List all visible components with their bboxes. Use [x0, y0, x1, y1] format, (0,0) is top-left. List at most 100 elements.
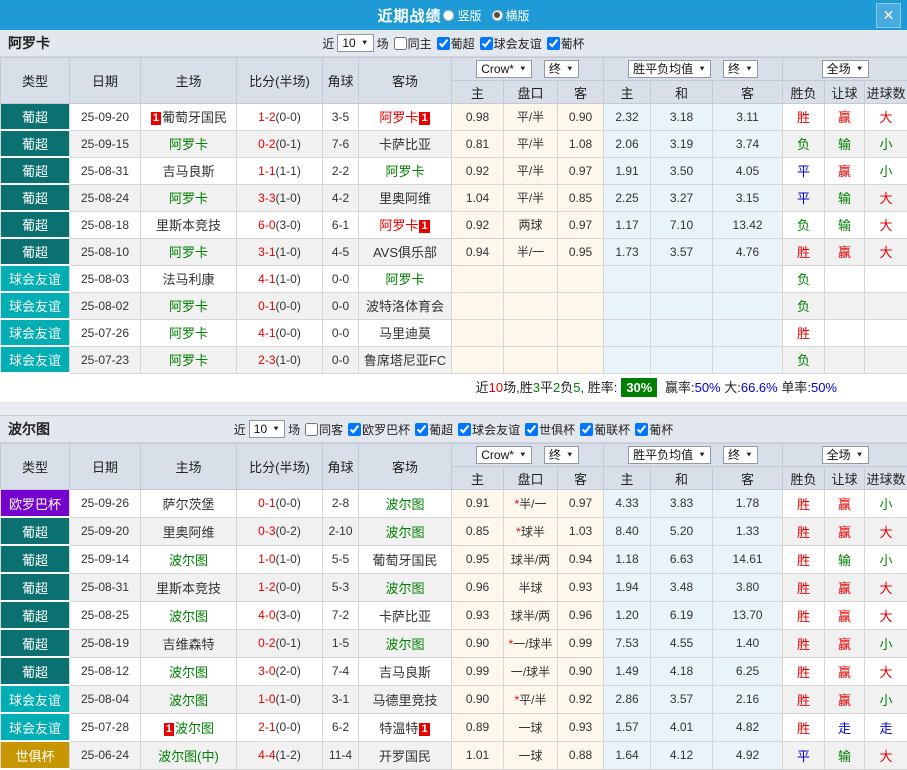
- full-time-score: 3-0: [258, 664, 275, 678]
- table-row: 球会友谊25-08-04波尔图1-0(1-0)3-1马德里竞技0.90*平/半0…: [1, 685, 907, 713]
- result-outcome: 平: [783, 157, 825, 184]
- league-filter-checkbox-box[interactable]: [348, 423, 361, 436]
- odds-away: 0.99: [558, 629, 604, 657]
- avg-odds-select[interactable]: 胜平负均值▼: [628, 446, 711, 464]
- match-date: 25-06-24: [70, 741, 141, 769]
- avg-odds-select[interactable]: 胜平负均值▼: [628, 60, 711, 78]
- league-filter-checkbox-box[interactable]: [580, 423, 593, 436]
- avg-draw: 3.83: [651, 490, 713, 518]
- avg-away: [713, 319, 783, 346]
- bookmaker-select[interactable]: Crow*▼: [476, 446, 532, 464]
- odds-home: 0.90: [452, 685, 504, 713]
- layout-radio-option[interactable]: 竖版: [443, 7, 481, 24]
- column-header: 主场: [141, 58, 237, 104]
- section-arouca: 阿罗卡近10▼场同主葡超球会友谊葡杯类型日期主场比分(半场)角球客场Crow*▼…: [0, 30, 907, 403]
- league-filter-checkbox[interactable]: 球会友谊: [480, 35, 542, 52]
- avg-home: 7.53: [604, 629, 651, 657]
- summary-segment: 负: [560, 380, 573, 395]
- avg-final-select[interactable]: 终▼: [723, 60, 758, 78]
- match-count-select[interactable]: 10▼: [249, 420, 285, 438]
- full-time-score: 0-3: [258, 524, 275, 538]
- league-filter-checkbox-box[interactable]: [480, 37, 493, 50]
- result-goals: 大: [865, 184, 907, 211]
- same-venue-checkbox[interactable]: 同主: [394, 35, 432, 52]
- league-filter-checkbox[interactable]: 球会友谊: [458, 421, 520, 438]
- avg-home: [604, 265, 651, 292]
- filter-bar: 阿罗卡近10▼场同主葡超球会友谊葡杯: [0, 30, 907, 57]
- home-team: 里斯本竞技: [141, 211, 237, 238]
- result-goals: [865, 292, 907, 319]
- same-venue-checkbox[interactable]: 同客: [305, 421, 343, 438]
- scope-select[interactable]: 全场▼: [822, 60, 869, 78]
- league-filter-checkbox[interactable]: 葡杯: [547, 35, 585, 52]
- layout-radio-option[interactable]: 横版: [492, 7, 530, 24]
- odds-home: 0.99: [452, 657, 504, 685]
- corners: 1-5: [323, 629, 359, 657]
- column-header: 盘口: [504, 467, 558, 490]
- column-header: 主: [452, 81, 504, 104]
- chevron-down-icon: ▼: [698, 63, 706, 75]
- league-filter-checkbox[interactable]: 葡联杯: [580, 421, 630, 438]
- window-title: 近期战绩: [377, 5, 441, 26]
- odds-home: 1.01: [452, 741, 504, 769]
- chevron-down-icon: ▼: [519, 63, 527, 75]
- same-venue-checkbox-box[interactable]: [394, 37, 407, 50]
- table-row: 葡超25-08-25波尔图4-0(3-0)7-2卡萨比亚0.93球半/两0.96…: [1, 601, 907, 629]
- avg-away: [713, 265, 783, 292]
- league-filter-checkbox[interactable]: 葡杯: [635, 421, 673, 438]
- home-team-name: 法马利康: [162, 272, 214, 287]
- close-button[interactable]: ✕: [876, 3, 901, 28]
- odds-handicap: 平/半: [504, 157, 558, 184]
- odds-home: 0.91: [452, 490, 504, 518]
- avg-away: 13.42: [713, 211, 783, 238]
- full-time-score: 6-0: [258, 218, 275, 232]
- odds-away: 0.94: [558, 545, 604, 573]
- summary-segment: 50%: [811, 380, 837, 395]
- avg-home: 4.33: [604, 490, 651, 518]
- result-handicap: 赢: [825, 238, 865, 265]
- handicap-label: 平/半: [517, 137, 544, 151]
- column-header: 日期: [70, 444, 141, 490]
- odds-home: 0.93: [452, 601, 504, 629]
- full-time-score: 3-3: [258, 191, 275, 205]
- layout-radio-label: 竖版: [457, 7, 481, 24]
- league-filter-checkbox-box[interactable]: [437, 37, 450, 50]
- league-filter-checkbox-box[interactable]: [547, 37, 560, 50]
- league-filter-checkbox-box[interactable]: [635, 423, 648, 436]
- corners: 6-1: [323, 211, 359, 238]
- league-filter-checkbox[interactable]: 葡超: [415, 421, 453, 438]
- league-filter-checkbox[interactable]: 葡超: [437, 35, 475, 52]
- league-filter-checkbox[interactable]: 世俱杯: [525, 421, 575, 438]
- chevron-down-icon: ▼: [361, 37, 369, 49]
- odds-group-header: 胜平负均值▼ 终▼: [604, 444, 783, 467]
- table-row: 葡超25-09-14波尔图1-0(1-0)5-5葡萄牙国民0.95球半/两0.9…: [1, 545, 907, 573]
- column-header: 类型: [1, 444, 70, 490]
- bookmaker-final-select[interactable]: 终▼: [544, 446, 579, 464]
- bookmaker-select[interactable]: Crow*▼: [476, 60, 532, 78]
- select-value: 终: [728, 62, 740, 76]
- league-filter-checkbox[interactable]: 欧罗巴杯: [348, 421, 410, 438]
- away-team-name: 阿罗卡1: [379, 110, 430, 125]
- corners: 5-3: [323, 573, 359, 601]
- same-venue-checkbox-box[interactable]: [305, 423, 318, 436]
- league-filter-checkbox-box[interactable]: [525, 423, 538, 436]
- same-venue-checkbox-label: 同客: [319, 421, 343, 438]
- away-team-name: 波特洛体育会: [366, 299, 444, 314]
- half-time-score: (0-2): [276, 524, 301, 538]
- column-header: 主: [452, 467, 504, 490]
- scope-select[interactable]: 全场▼: [822, 446, 869, 464]
- league-filter-checkbox-box[interactable]: [415, 423, 428, 436]
- league-type-cell: 球会友谊: [1, 346, 70, 373]
- match-count-select[interactable]: 10▼: [337, 34, 373, 52]
- bookmaker-final-select[interactable]: 终▼: [544, 60, 579, 78]
- result-handicap: 赢: [825, 490, 865, 518]
- avg-final-select[interactable]: 终▼: [723, 446, 758, 464]
- league-filter-checkbox-box[interactable]: [458, 423, 471, 436]
- avg-home: 1.49: [604, 657, 651, 685]
- column-header: 客: [713, 467, 783, 490]
- odds-away: 0.97: [558, 211, 604, 238]
- layout-radio-group: 竖版横版: [443, 7, 529, 24]
- result-handicap: 输: [825, 184, 865, 211]
- chevron-down-icon: ▼: [745, 63, 753, 75]
- full-time-score: 2-1: [258, 720, 275, 734]
